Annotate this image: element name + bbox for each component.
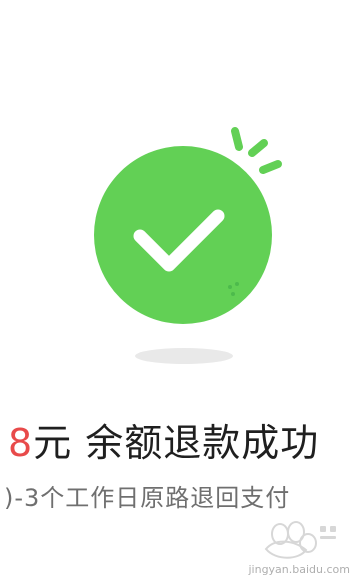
refund-amount: 8 [8,421,34,465]
circle-shadow [135,348,233,364]
refund-success-title: 8元 余额退款成功 [8,424,319,462]
refund-success-message: 元 余额退款成功 [33,421,320,465]
baidu-jingyan-watermark [264,521,336,559]
success-illustration [94,127,282,364]
refund-timeline-note: )-3个工作日原路退回支付 [4,484,291,512]
sparkle-icon [231,127,282,174]
watermark-text: jingyan.baidu.com [248,563,350,576]
success-circle [94,146,272,324]
